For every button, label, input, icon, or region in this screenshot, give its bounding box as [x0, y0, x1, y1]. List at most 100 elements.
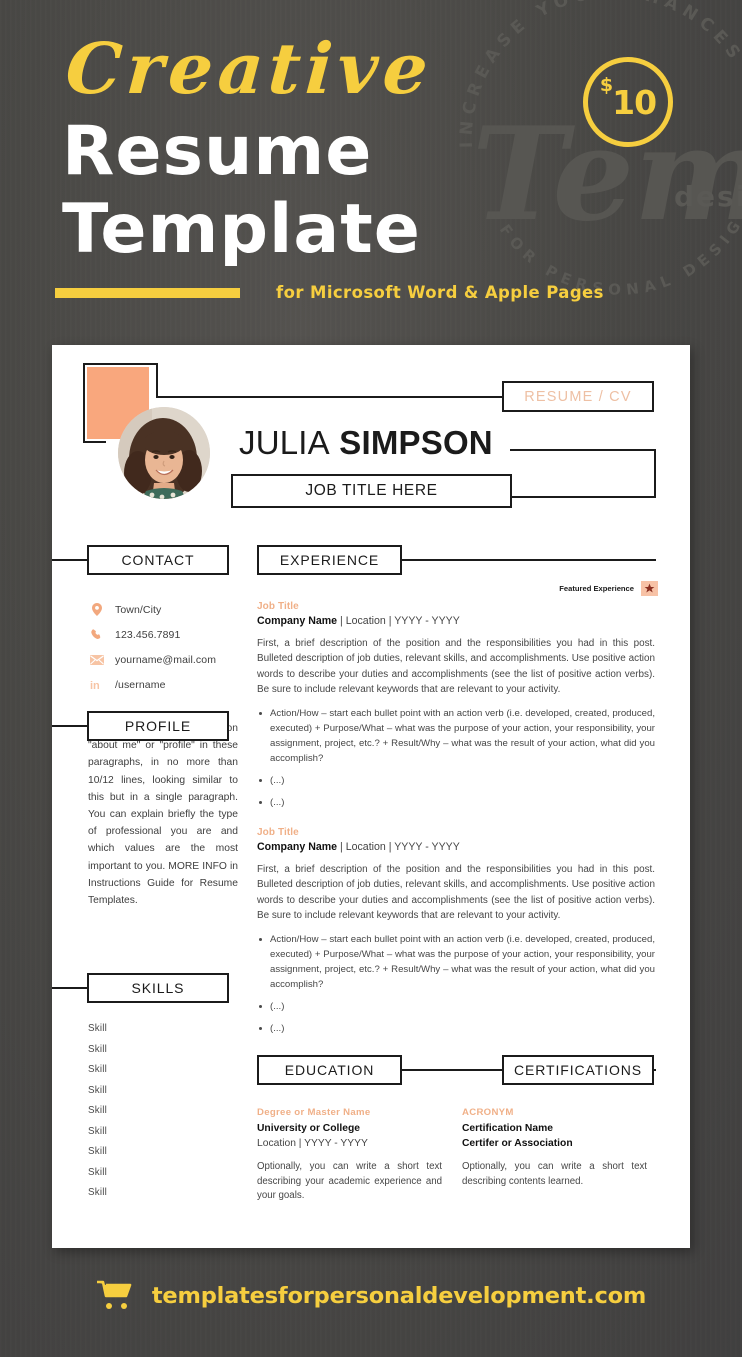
experience-company-name: Company Name — [257, 841, 338, 853]
footer: templatesforpersonaldevelopment.com — [0, 1280, 742, 1312]
experience-job-title: Job Title — [257, 827, 299, 838]
full-name: JULIA SIMPSON — [239, 424, 493, 462]
experience-bullet: (...) — [257, 795, 655, 810]
price-badge: $10 — [583, 57, 673, 147]
poster-root: INCREASE YOUR CHANCES FOR PERSONAL DESIG… — [0, 0, 742, 1357]
featured-experience-label: Featured Experience — [559, 584, 634, 593]
certification-issuer: Certifer or Association — [462, 1138, 573, 1149]
education-entry: Degree or Master Name University or Coll… — [257, 1107, 442, 1204]
experience-bullet: Action/How – start each bullet point wit… — [257, 932, 655, 992]
section-label-skills: SKILLS — [131, 980, 185, 996]
skills-list: Skill Skill Skill Skill Skill Skill Skil… — [88, 1023, 238, 1208]
featured-experience-badge: Featured Experience — [559, 581, 658, 596]
section-header-contact: CONTACT — [87, 545, 229, 575]
price-text: $10 — [600, 76, 657, 122]
job-title-box: JOB TITLE HERE — [231, 474, 512, 508]
contact-row-phone: 123.456.7891 — [88, 622, 216, 647]
certification-description: Optionally, you can write a short text d… — [462, 1161, 647, 1187]
skill-item: Skill — [88, 1064, 107, 1075]
contact-linkedin-text: /username — [115, 678, 166, 691]
experience-bullets: Action/How – start each bullet point wit… — [257, 932, 655, 1036]
title-template: Template — [62, 190, 421, 269]
experience-meta: | Location | YYYY - YYYY — [337, 615, 460, 627]
resume-cv-badge: RESUME / CV — [502, 381, 654, 412]
avatar — [118, 407, 210, 499]
experience-paragraph: First, a brief description of the positi… — [257, 864, 655, 922]
section-header-profile: PROFILE — [87, 711, 229, 741]
experience-company-line: Company Name | Location | YYYY - YYYY — [257, 841, 655, 853]
skill-item: Skill — [88, 1084, 107, 1096]
skills-connector-left — [52, 987, 88, 989]
header-top-connector-line — [156, 396, 503, 398]
svg-text:in: in — [90, 680, 100, 691]
experience-meta: | Location | YYYY - YYYY — [337, 841, 460, 853]
experience-company-line: Company Name | Location | YYYY - YYYY — [257, 615, 655, 627]
profile-connector-left — [52, 725, 88, 727]
watermark-badge: INCREASE YOUR CHANCES FOR PERSONAL DESIG… — [452, 0, 742, 304]
section-header-certifications: CERTIFICATIONS — [502, 1055, 654, 1085]
contact-row-linkedin: in /username — [88, 672, 216, 697]
contact-phone-text: 123.456.7891 — [115, 628, 181, 641]
skill-item: Skill — [88, 1166, 107, 1178]
section-label-profile: PROFILE — [124, 718, 192, 734]
contact-location-text: Town/City — [115, 603, 162, 616]
experience-job-title: Job Title — [257, 601, 299, 612]
certification-entry: ACRONYM Certification Name Certifer or A… — [462, 1107, 647, 1189]
title-resume: Resume — [62, 112, 373, 191]
skill-item: Skill — [88, 1043, 107, 1055]
contact-row-email: yourname@mail.com — [88, 647, 216, 672]
skill-item: Skill — [88, 1146, 107, 1157]
education-description: Optionally, you can write a short text d… — [257, 1161, 442, 1202]
contact-email-text: yourname@mail.com — [115, 653, 217, 666]
certification-acronym: ACRONYM — [462, 1107, 514, 1118]
education-connector-line — [399, 1069, 509, 1071]
shopping-cart-icon — [96, 1280, 136, 1312]
price-amount: 10 — [612, 82, 657, 122]
certification-name: Certification Name — [462, 1123, 553, 1134]
skill-item: Skill — [88, 1105, 107, 1116]
watermark-sub-text: desi — [674, 180, 742, 213]
profile-paragraph: You can include the section "about me" o… — [88, 723, 238, 907]
education-institution: University or College — [257, 1123, 360, 1134]
peach-frame-bottom-line — [83, 441, 106, 443]
experience-entry: Job Title Company Name | Location | YYYY… — [257, 601, 655, 817]
envelope-icon — [88, 654, 106, 665]
job-title-label: JOB TITLE HERE — [305, 482, 438, 499]
price-currency: $ — [599, 74, 613, 97]
star-icon — [641, 581, 658, 596]
section-label-experience: EXPERIENCE — [279, 552, 380, 568]
section-header-experience: EXPERIENCE — [257, 545, 402, 575]
peach-frame-right-line — [156, 363, 158, 397]
title-creative: Creative — [63, 27, 436, 110]
experience-company-name: Company Name — [257, 615, 338, 627]
header-right-box-decoration — [510, 449, 656, 498]
location-pin-icon — [88, 603, 106, 616]
footer-website-url[interactable]: templatesforpersonaldevelopment.com — [152, 1283, 646, 1309]
last-name: SIMPSON — [339, 424, 493, 461]
section-label-contact: CONTACT — [121, 552, 195, 568]
section-header-skills: SKILLS — [87, 973, 229, 1003]
experience-entry: Job Title Company Name | Location | YYYY… — [257, 827, 655, 1043]
linkedin-icon: in — [88, 679, 106, 691]
section-header-education: EDUCATION — [257, 1055, 402, 1085]
phone-icon — [88, 628, 106, 641]
resume-cv-label: RESUME / CV — [524, 388, 632, 405]
section-label-certifications: CERTIFICATIONS — [514, 1062, 642, 1078]
skill-item: Skill — [88, 1125, 107, 1137]
experience-bullet: (...) — [257, 999, 655, 1014]
title-subtitle: for Microsoft Word & Apple Pages — [276, 283, 604, 302]
experience-bullet: (...) — [257, 773, 655, 788]
contact-row-location: Town/City — [88, 597, 216, 622]
education-meta: Location | YYYY - YYYY — [257, 1138, 368, 1149]
experience-bullet: Action/How – start each bullet point wit… — [257, 706, 655, 766]
resume-page: RESUME / CV JULIA SIMPSON JOB TITLE HERE… — [52, 345, 690, 1248]
first-name: JULIA — [239, 424, 330, 461]
contact-connector-left — [52, 559, 88, 561]
title-underline-bar — [55, 288, 240, 298]
contact-list: Town/City 123.456.7891 yourname@mail.com… — [88, 597, 216, 697]
experience-bullets: Action/How – start each bullet point wit… — [257, 706, 655, 810]
experience-paragraph: First, a brief description of the positi… — [257, 638, 655, 696]
experience-bullet: (...) — [257, 1021, 655, 1036]
education-degree-tag: Degree or Master Name — [257, 1107, 371, 1118]
skill-item: Skill — [88, 1023, 107, 1034]
